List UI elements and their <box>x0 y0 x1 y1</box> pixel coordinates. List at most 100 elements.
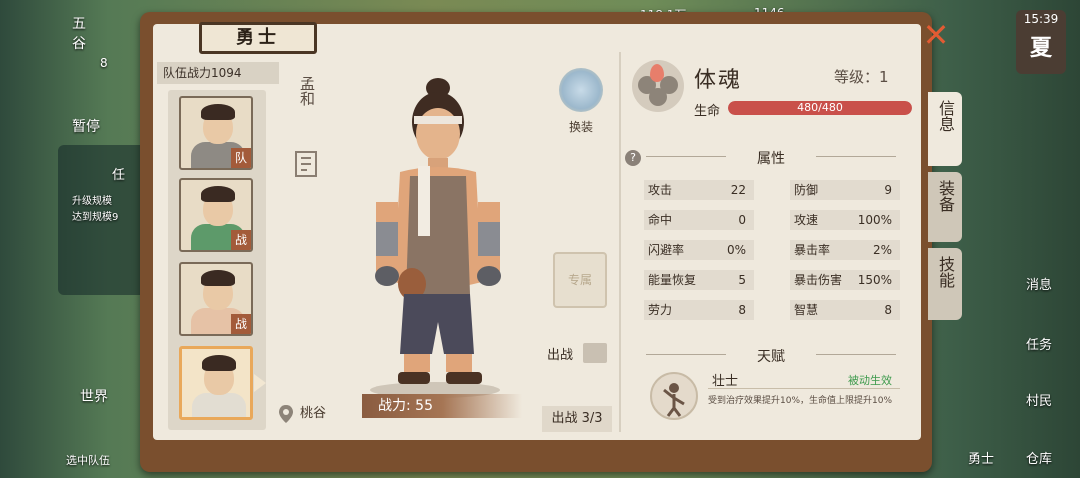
tab-skills[interactable]: 技能 <box>928 248 962 320</box>
side-number: 8 <box>100 56 108 70</box>
season-clock[interactable]: 15:39 夏 <box>1016 10 1066 74</box>
attr-row: 攻速 100% <box>790 210 900 230</box>
level-label: 等级： <box>834 68 880 86</box>
deploy-count: 出战 3/3 <box>542 406 612 432</box>
location-name: 桃谷 <box>300 406 327 421</box>
panel-title: 勇士 <box>199 22 317 54</box>
quest-title[interactable]: 任 <box>112 164 125 183</box>
deploy-checkbox[interactable] <box>583 343 607 363</box>
right-menu-warriors[interactable]: 勇士 <box>968 448 994 467</box>
soul-icon <box>632 60 684 112</box>
scroll-icon[interactable] <box>292 148 322 180</box>
season-sign[interactable]: 五 谷 <box>64 14 94 54</box>
season-sign-bottom: 谷 <box>72 36 86 52</box>
attr-row: 闪避率 0% <box>644 240 754 260</box>
talent-divider <box>708 388 900 389</box>
swap-label: 换装 <box>568 120 593 134</box>
tab-skills-label: 技能 <box>936 256 955 288</box>
swap-clothes-icon <box>559 68 603 112</box>
close-icon[interactable]: ✕ <box>922 19 950 51</box>
selected-slot-arrow-icon <box>254 374 266 392</box>
attr-value: 8 <box>884 303 892 317</box>
attr-row: 智慧 8 <box>790 300 900 320</box>
quest-line-2: 达到规模9 <box>72 212 119 223</box>
clock-time: 15:39 <box>1023 12 1059 26</box>
attr-key: 攻速 <box>794 213 819 227</box>
exclusive-slot[interactable]: 专属 <box>553 252 607 308</box>
right-menu-tasks[interactable]: 任务 <box>1026 334 1052 353</box>
team-slot-4-selected[interactable] <box>179 346 253 420</box>
attr-row: 暴击率 2% <box>790 240 900 260</box>
team-slot-2[interactable]: 战 <box>179 178 253 252</box>
strongman-icon <box>663 383 685 417</box>
hero-power: 战力: 55 <box>362 394 522 418</box>
attr-key: 攻击 <box>648 183 673 197</box>
hp-bar: 480/480 <box>728 101 912 115</box>
team-slot-1[interactable]: 队 <box>179 96 253 170</box>
hero-figure-illustration <box>375 78 501 384</box>
hero-name: 孟和 <box>298 76 316 106</box>
soul-name: 体魂 <box>694 68 743 93</box>
attr-row: 防御 9 <box>790 180 900 200</box>
power-label: 战力: <box>378 398 411 414</box>
clock-season: 夏 <box>1029 36 1052 61</box>
talent-description: 受到治疗效果提升10%，生命值上限提升10% <box>708 396 893 406</box>
attr-value: 150% <box>857 273 892 287</box>
talent-title: 天赋 <box>646 346 896 365</box>
team-power-value: 1094 <box>211 66 242 80</box>
attr-key: 暴击伤害 <box>794 273 843 287</box>
slot-portrait-hair <box>202 355 236 371</box>
attr-value: 22 <box>730 183 746 197</box>
attr-key: 防御 <box>794 183 819 197</box>
select-team-button[interactable]: 选中队伍 <box>66 452 110 468</box>
attr-row: 暴击伤害 150% <box>790 270 900 290</box>
attr-key: 能量恢复 <box>648 273 697 287</box>
attr-row: 能量恢复 5 <box>644 270 754 290</box>
pause-button[interactable]: 暂停 <box>64 116 108 136</box>
attr-key: 智慧 <box>794 303 819 317</box>
talent-icon[interactable] <box>650 372 698 420</box>
slot-tag: 战 <box>231 230 251 250</box>
season-sign-top: 五 <box>72 16 86 32</box>
attr-value: 5 <box>738 273 746 287</box>
slot-tag: 队 <box>231 148 251 168</box>
quest-line-1: 升级规模 <box>72 196 112 207</box>
hero-location[interactable]: 桃谷 <box>278 402 326 424</box>
talent-type: 被动生效 <box>848 374 892 387</box>
tab-equipment-label: 装备 <box>936 180 955 212</box>
attr-value: 8 <box>738 303 746 317</box>
swap-equipment-button[interactable]: 换装 <box>556 68 606 135</box>
slot-portrait-body <box>192 393 246 417</box>
slot-portrait-hair <box>201 270 235 286</box>
world-button[interactable]: 世界 <box>74 386 114 406</box>
team-slot-3[interactable]: 战 <box>179 262 253 336</box>
location-pin-icon <box>279 404 293 423</box>
tab-equipment[interactable]: 装备 <box>928 172 962 242</box>
warrior-panel <box>153 24 921 440</box>
attr-value: 100% <box>857 213 892 227</box>
help-icon[interactable]: ? <box>625 150 641 166</box>
slot-portrait-hair <box>201 104 235 120</box>
slot-tag: 战 <box>231 314 251 334</box>
right-menu-villagers[interactable]: 村民 <box>1026 390 1052 409</box>
attr-key: 劳力 <box>648 303 673 317</box>
hp-label: 生命 <box>694 104 721 119</box>
attr-value: 0 <box>738 213 746 227</box>
attr-row: 命中 0 <box>644 210 754 230</box>
tab-info[interactable]: 信息 <box>928 92 962 166</box>
power-value: 55 <box>415 398 433 414</box>
attr-key: 命中 <box>648 213 673 227</box>
attr-value: 9 <box>884 183 892 197</box>
attr-row: 攻击 22 <box>644 180 754 200</box>
attr-key: 闪避率 <box>648 243 685 257</box>
right-menu-messages[interactable]: 消息 <box>1026 274 1052 293</box>
team-power: 队伍战力1094 <box>157 62 279 84</box>
hp-fill: 480/480 <box>728 101 912 115</box>
panel-divider <box>619 52 621 432</box>
deploy-label: 出战 <box>547 348 574 363</box>
right-menu-warehouse[interactable]: 仓库 <box>1026 448 1052 467</box>
attr-value: 0% <box>726 243 746 257</box>
tab-info-label: 信息 <box>936 100 955 132</box>
attr-row: 劳力 8 <box>644 300 754 320</box>
attributes-title: 属性 <box>646 148 896 167</box>
